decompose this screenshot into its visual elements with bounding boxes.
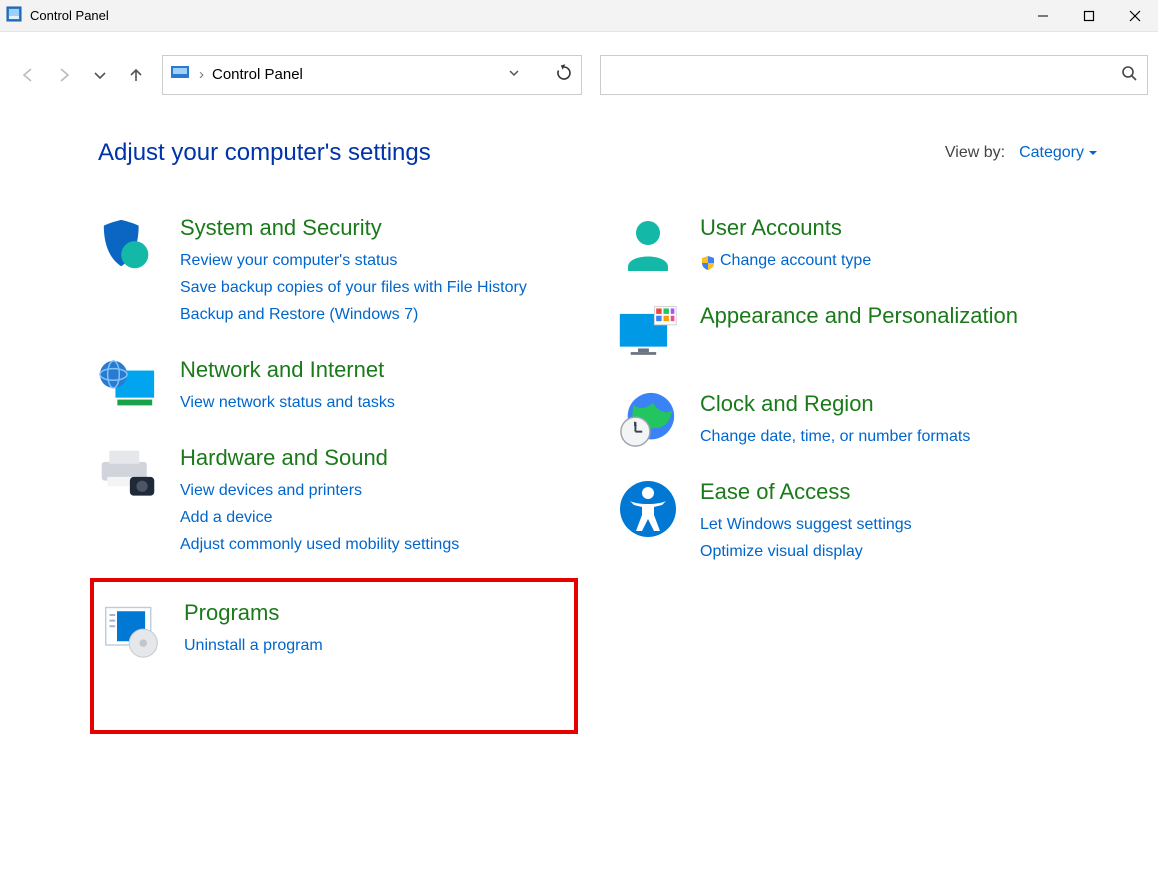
search-box[interactable] <box>600 55 1148 95</box>
view-by-value: Category <box>1019 144 1084 162</box>
category-link[interactable]: Add a device <box>180 504 578 531</box>
category-title[interactable]: Ease of Access <box>700 479 1098 505</box>
category-link[interactable]: Backup and Restore (Windows 7) <box>180 301 578 328</box>
svg-text:L: L <box>634 421 638 428</box>
category-link[interactable]: Review your computer's status <box>180 247 578 274</box>
view-by-dropdown[interactable]: Category <box>1019 144 1098 162</box>
category-clock-region: L Clock and Region Change date, time, or… <box>618 391 1098 451</box>
refresh-button[interactable] <box>555 64 573 86</box>
globe-clock-icon: L <box>618 391 678 451</box>
category-system-security: System and Security Review your computer… <box>98 215 578 329</box>
category-link[interactable]: Adjust commonly used mobility settings <box>180 531 578 558</box>
category-title[interactable]: Appearance and Personalization <box>700 303 1098 329</box>
control-panel-icon <box>171 65 191 85</box>
category-link[interactable]: Change date, time, or number formats <box>700 423 1098 450</box>
back-button[interactable] <box>10 55 46 95</box>
highlight-box: Programs Uninstall a program <box>90 578 578 734</box>
category-title[interactable]: Programs <box>184 600 494 626</box>
printer-camera-icon <box>98 445 158 505</box>
window-title: Control Panel <box>30 8 109 23</box>
forward-button[interactable] <box>46 55 82 95</box>
view-by-label: View by: <box>945 144 1005 162</box>
category-programs: Programs Uninstall a program <box>102 600 494 660</box>
category-title[interactable]: Hardware and Sound <box>180 445 578 471</box>
recent-locations-button[interactable] <box>82 55 118 95</box>
category-title[interactable]: System and Security <box>180 215 578 241</box>
category-link[interactable]: Uninstall a program <box>184 632 494 659</box>
search-input[interactable] <box>611 66 1121 83</box>
titlebar: Control Panel <box>0 0 1158 32</box>
close-button[interactable] <box>1112 0 1158 32</box>
app-icon <box>6 6 22 26</box>
category-user-accounts: User Accounts Change account type <box>618 215 1098 275</box>
category-network-internet: Network and Internet View network status… <box>98 357 578 417</box>
history-dropdown-button[interactable] <box>507 66 521 84</box>
category-title[interactable]: Clock and Region <box>700 391 1098 417</box>
category-link[interactable]: Optimize visual display <box>700 538 1098 565</box>
monitor-colors-icon <box>618 303 678 363</box>
shield-icon <box>98 215 158 275</box>
address-text: Control Panel <box>212 66 499 83</box>
page-heading: Adjust your computer's settings <box>98 139 431 167</box>
programs-icon <box>102 600 162 660</box>
address-bar[interactable]: › Control Panel <box>162 55 582 95</box>
category-title[interactable]: User Accounts <box>700 215 1098 241</box>
category-link[interactable]: View devices and printers <box>180 477 578 504</box>
category-title[interactable]: Network and Internet <box>180 357 578 383</box>
link-text: Change account type <box>720 247 871 274</box>
maximize-button[interactable] <box>1066 0 1112 32</box>
category-link[interactable]: View network status and tasks <box>180 389 578 416</box>
nav-row: › Control Panel <box>0 32 1158 117</box>
category-appearance: Appearance and Personalization <box>618 303 1098 363</box>
category-ease-of-access: Ease of Access Let Windows suggest setti… <box>618 479 1098 565</box>
uac-shield-icon <box>700 253 716 269</box>
minimize-button[interactable] <box>1020 0 1066 32</box>
accessibility-icon <box>618 479 678 539</box>
search-icon <box>1121 65 1137 85</box>
category-hardware-sound: Hardware and Sound View devices and prin… <box>98 445 578 559</box>
category-link[interactable]: Change account type <box>700 247 1098 274</box>
user-icon <box>618 215 678 275</box>
category-link[interactable]: Save backup copies of your files with Fi… <box>180 274 578 301</box>
category-link[interactable]: Let Windows suggest settings <box>700 511 1098 538</box>
up-button[interactable] <box>118 55 154 95</box>
globe-monitor-icon <box>98 357 158 417</box>
chevron-right-icon: › <box>199 66 204 83</box>
